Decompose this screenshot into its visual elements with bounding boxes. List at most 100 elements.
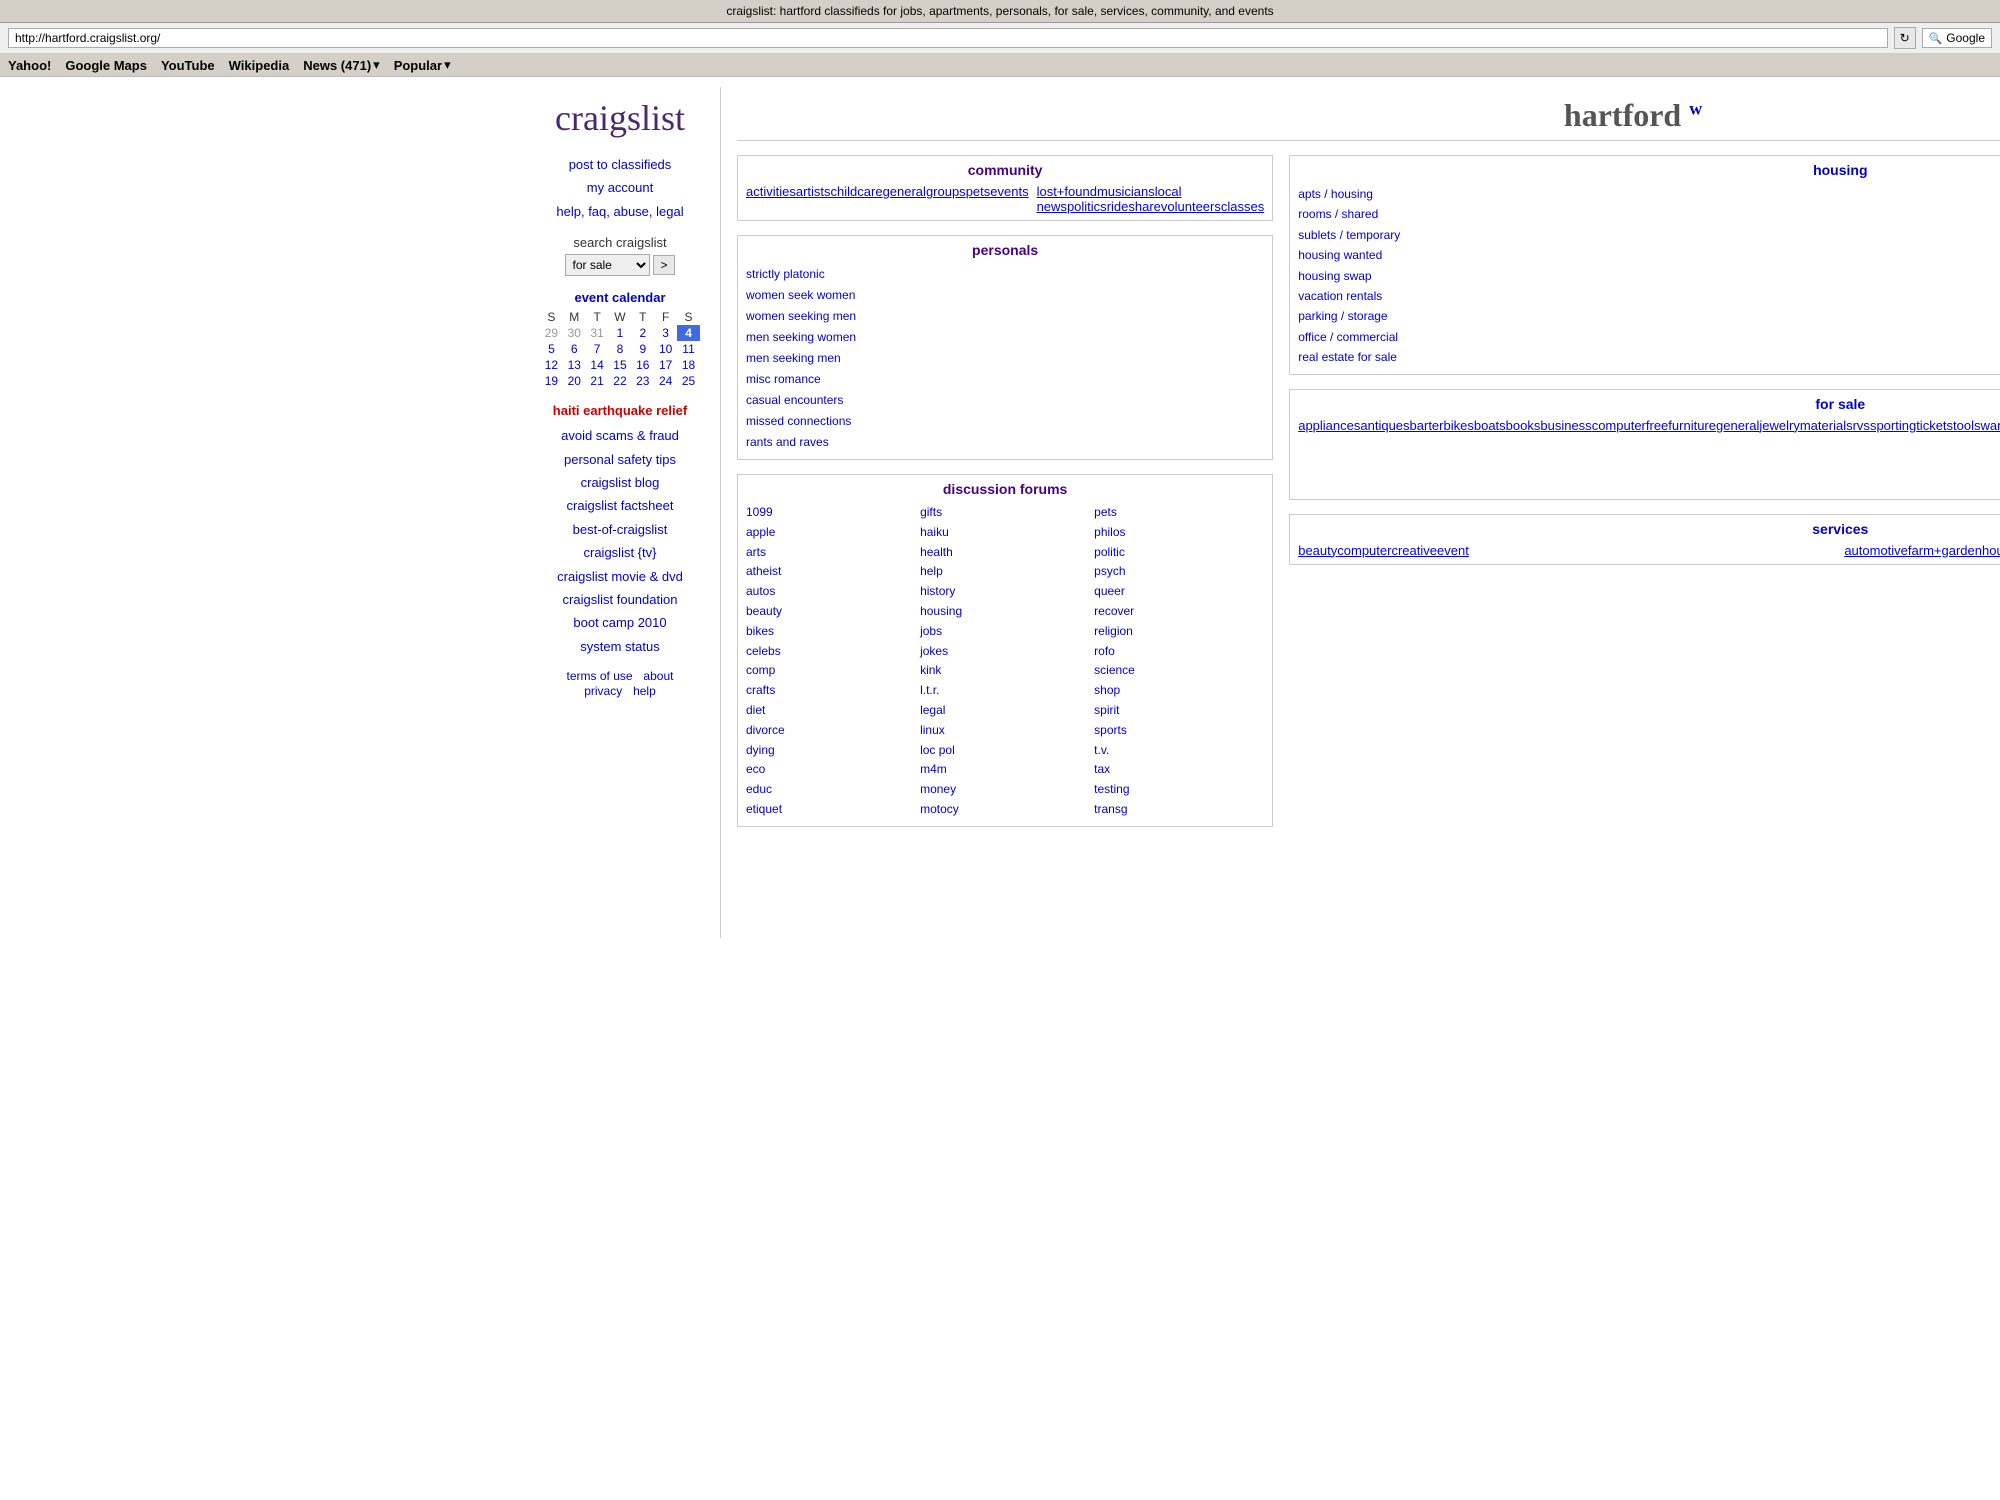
cl-movie-link[interactable]: craigslist movie & dvd xyxy=(540,565,700,588)
housing-link[interactable]: parking / storage xyxy=(1298,306,2000,326)
forum-link[interactable]: educ xyxy=(746,780,916,800)
forum-link[interactable]: housing xyxy=(920,602,1090,622)
community-link[interactable]: general xyxy=(883,184,926,199)
community-link[interactable]: classes xyxy=(1221,199,1264,214)
forum-link[interactable]: motocy xyxy=(920,800,1090,820)
forum-link[interactable]: history xyxy=(920,582,1090,602)
community-link[interactable]: jewelry xyxy=(1759,418,1799,433)
forum-link[interactable]: m4m xyxy=(920,760,1090,780)
forum-link[interactable]: comp xyxy=(746,661,916,681)
calendar-day[interactable]: 23 xyxy=(631,373,654,389)
forum-link[interactable]: linux xyxy=(920,721,1090,741)
search-go-button[interactable]: > xyxy=(653,255,674,275)
forum-link[interactable]: haiku xyxy=(920,523,1090,543)
browser-search-box[interactable]: 🔍 Google xyxy=(1922,28,1992,48)
community-link[interactable]: activities xyxy=(746,184,796,199)
cl-factsheet-link[interactable]: craigslist factsheet xyxy=(540,494,700,517)
help-faq-link[interactable]: help, faq, abuse, legal xyxy=(540,200,700,223)
calendar-day[interactable]: 8 xyxy=(609,341,632,357)
bookmark-wikipedia[interactable]: Wikipedia xyxy=(229,58,290,73)
community-link[interactable]: rideshare xyxy=(1107,199,1161,214)
calendar-day[interactable]: 10 xyxy=(654,341,677,357)
calendar-day[interactable]: 9 xyxy=(631,341,654,357)
calendar-day[interactable]: 12 xyxy=(540,357,563,373)
forum-link[interactable]: crafts xyxy=(746,681,916,701)
calendar-day[interactable]: 11 xyxy=(677,341,700,357)
forum-link[interactable]: diet xyxy=(746,701,916,721)
community-link[interactable]: books xyxy=(1506,418,1541,433)
calendar-day[interactable]: 4 xyxy=(677,325,700,341)
community-link[interactable]: general xyxy=(1716,418,1759,433)
community-link[interactable]: wanted xyxy=(1981,418,2000,433)
system-status-link[interactable]: system status xyxy=(540,635,700,658)
cl-foundation-link[interactable]: craigslist foundation xyxy=(540,588,700,611)
personals-link[interactable]: casual encounters xyxy=(746,390,1264,411)
post-classifieds-link[interactable]: post to classifieds xyxy=(540,153,700,176)
community-link[interactable]: materials xyxy=(1800,418,1853,433)
housing-link[interactable]: real estate for sale xyxy=(1298,347,2000,367)
calendar-day[interactable]: 14 xyxy=(586,357,609,373)
community-link[interactable]: computer xyxy=(1592,418,1646,433)
bookmark-youtube[interactable]: YouTube xyxy=(161,58,215,73)
forum-link[interactable]: etiquet xyxy=(746,800,916,820)
bookmark-news[interactable]: News (471)▾ xyxy=(303,57,379,73)
community-link[interactable]: appliances xyxy=(1298,418,1360,433)
forum-link[interactable]: recover xyxy=(1094,602,1264,622)
forum-link[interactable]: philos xyxy=(1094,523,1264,543)
forum-link[interactable]: eco xyxy=(746,760,916,780)
forum-link[interactable]: politic xyxy=(1094,543,1264,563)
forum-link[interactable]: arts xyxy=(746,543,916,563)
calendar-day[interactable]: 20 xyxy=(563,373,586,389)
my-account-link[interactable]: my account xyxy=(540,176,700,199)
calendar-day[interactable]: 16 xyxy=(631,357,654,373)
forum-link[interactable]: science xyxy=(1094,661,1264,681)
forum-link[interactable]: l.t.r. xyxy=(920,681,1090,701)
personals-link[interactable]: women seek women xyxy=(746,285,1264,306)
community-link[interactable]: free xyxy=(1646,418,1668,433)
calendar-day[interactable]: 3 xyxy=(654,325,677,341)
housing-link[interactable]: sublets / temporary xyxy=(1298,225,2000,245)
forum-link[interactable]: health xyxy=(920,543,1090,563)
community-link[interactable]: lost+found xyxy=(1037,184,1097,199)
personals-link[interactable]: missed connections xyxy=(746,411,1264,432)
privacy-link[interactable]: privacy xyxy=(584,684,622,698)
community-link[interactable]: groups xyxy=(926,184,966,199)
forum-link[interactable]: gifts xyxy=(920,503,1090,523)
cl-tv-link[interactable]: craigslist {tv} xyxy=(540,541,700,564)
calendar-day[interactable]: 5 xyxy=(540,341,563,357)
community-link[interactable]: politics xyxy=(1067,199,1107,214)
bookmark-yahoo[interactable]: Yahoo! xyxy=(8,58,51,73)
forum-link[interactable]: 1099 xyxy=(746,503,916,523)
bookmark-google-maps[interactable]: Google Maps xyxy=(65,58,147,73)
best-of-cl-link[interactable]: best-of-craigslist xyxy=(540,518,700,541)
housing-link[interactable]: vacation rentals xyxy=(1298,286,2000,306)
terms-link[interactable]: terms of use xyxy=(567,669,633,683)
calendar-day[interactable]: 13 xyxy=(563,357,586,373)
forum-link[interactable]: divorce xyxy=(746,721,916,741)
forum-link[interactable]: legal xyxy=(920,701,1090,721)
community-link[interactable]: furniture xyxy=(1668,418,1716,433)
forum-link[interactable]: t.v. xyxy=(1094,741,1264,761)
forum-link[interactable]: shop xyxy=(1094,681,1264,701)
community-link[interactable]: pets xyxy=(966,184,991,199)
community-link[interactable]: artists xyxy=(796,184,831,199)
community-link[interactable]: bikes xyxy=(1444,418,1474,433)
calendar-day[interactable]: 6 xyxy=(563,341,586,357)
forum-link[interactable]: spirit xyxy=(1094,701,1264,721)
boot-camp-link[interactable]: boot camp 2010 xyxy=(540,611,700,634)
calendar-day[interactable]: 17 xyxy=(654,357,677,373)
housing-link[interactable]: office / commercial xyxy=(1298,327,2000,347)
forum-link[interactable]: transg xyxy=(1094,800,1264,820)
community-link[interactable]: childcare xyxy=(831,184,883,199)
community-link[interactable]: barter xyxy=(1410,418,1444,433)
forum-link[interactable]: testing xyxy=(1094,780,1264,800)
forum-link[interactable]: tax xyxy=(1094,760,1264,780)
community-link[interactable]: rvs xyxy=(1853,418,1870,433)
personals-link[interactable]: men seeking women xyxy=(746,327,1264,348)
personals-link[interactable]: misc romance xyxy=(746,369,1264,390)
forum-link[interactable]: rofo xyxy=(1094,642,1264,662)
help-link[interactable]: help xyxy=(633,684,656,698)
community-link[interactable]: volunteers xyxy=(1161,199,1221,214)
calendar-day[interactable]: 31 xyxy=(586,325,609,341)
forum-link[interactable]: bikes xyxy=(746,622,916,642)
